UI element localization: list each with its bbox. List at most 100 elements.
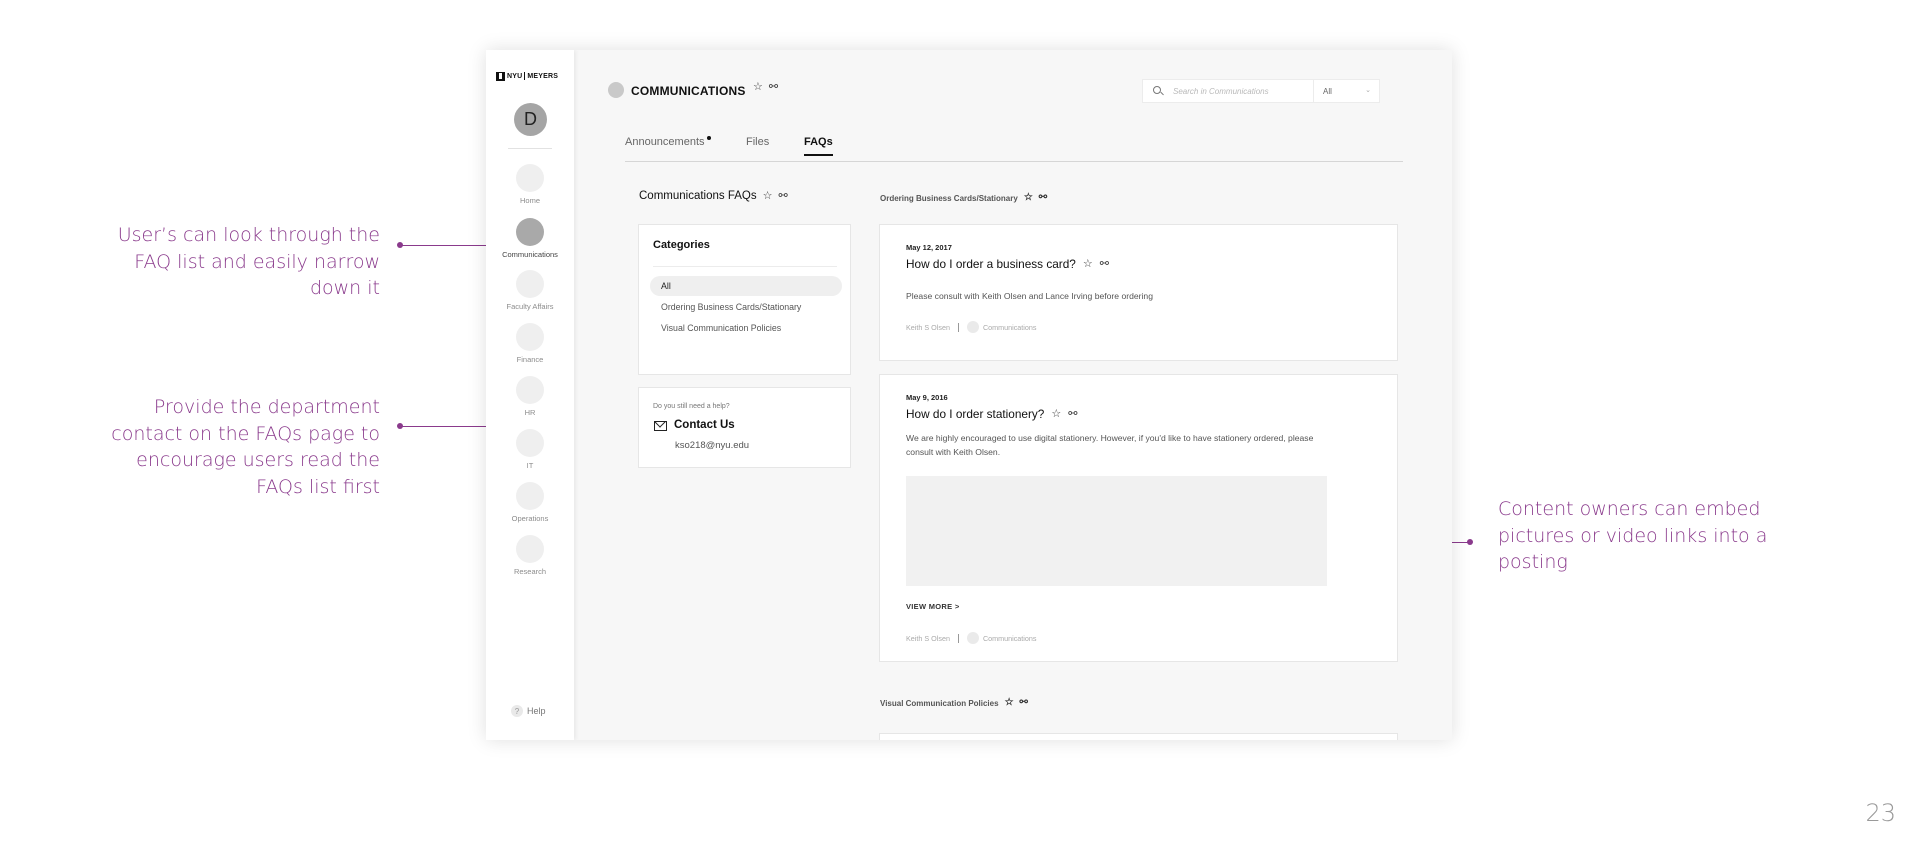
annotation-line: FAQ list and easily narrow [134,250,380,273]
faq-panel-title-text: Communications FAQs [639,190,757,202]
link-icon[interactable]: ⚯ [778,190,787,202]
link-icon[interactable]: ⚯ [1039,193,1047,203]
faculty-affairs-icon [516,270,544,298]
sidebar-item-faculty-affairs[interactable]: Faculty Affairs [486,270,574,311]
link-icon[interactable]: ⚯ [1068,408,1077,420]
star-icon[interactable]: ☆ [1024,193,1033,203]
tab-files[interactable]: Files [746,136,769,156]
faq-channel[interactable]: Communications [983,634,1037,643]
finance-icon [516,323,544,351]
faq-question-text: How do I order a business card? [906,257,1076,271]
star-icon[interactable]: ☆ [753,82,763,93]
faq-answer: We are highly encouraged to use digital … [906,433,1314,457]
logo-left-text: NYU [507,72,523,80]
faq-card [879,733,1398,740]
tab-label: FAQs [804,136,833,148]
annotation-line: Provide the department [153,396,380,418]
faq-panel-title: Communications FAQs ☆ ⚯ [639,190,788,202]
section-title: Visual Communication Policies [880,698,999,708]
nyu-meyers-logo[interactable]: NYU MEYERS [496,70,564,82]
category-item-visual-policies[interactable]: Visual Communication Policies [650,318,842,338]
search-bar: All ⌄ [1142,79,1380,103]
star-icon[interactable]: ☆ [1005,698,1014,708]
communications-icon [516,218,544,246]
annotation-line: Content owners can embed [1498,498,1761,520]
page-number: 23 [1865,799,1896,827]
categories-title: Categories [653,239,710,251]
it-icon [516,429,544,457]
link-icon[interactable]: ⚯ [769,82,778,93]
avatar[interactable]: D [514,103,547,136]
contact-email-link[interactable]: kso218@nyu.edu [675,440,749,451]
channel-icon [608,82,624,98]
logo-right-text: MEYERS [527,72,559,80]
sidebar-item-label: Faculty Affairs [506,302,554,311]
research-icon [516,535,544,563]
sidebar-item-communications[interactable]: Communications [486,218,574,259]
annotation-line: contact on the FAQs page to [111,422,380,445]
annotation-line: FAQs list first [256,475,380,498]
view-more-link[interactable]: VIEW MORE > [906,602,960,611]
section-header-ordering: Ordering Business Cards/Stationary ☆ ⚯ [880,193,1047,203]
star-icon[interactable]: ☆ [763,190,773,202]
tab-announcements[interactable]: Announcements [625,136,711,156]
search-input[interactable] [1173,86,1313,96]
help-label: Help [527,706,546,716]
torch-icon [496,71,505,81]
contact-prompt: Do you still need a help? [653,403,730,410]
star-icon[interactable]: ☆ [1051,408,1061,420]
contact-title: Contact Us [674,419,735,431]
faq-question[interactable]: How do I order stationery? ☆ ⚯ [906,407,1077,421]
app-window: NYU MEYERS D Home Communications Faculty… [486,50,1452,740]
sidebar-item-home[interactable]: Home [486,164,574,205]
mail-icon [654,421,667,431]
sidebar: NYU MEYERS D Home Communications Faculty… [486,50,574,740]
faq-meta: Keith S Olsen Communications [906,321,1036,333]
sidebar-item-operations[interactable]: Operations [486,482,574,523]
faq-channel[interactable]: Communications [983,323,1037,332]
faq-question-text: How do I order stationery? [906,407,1045,421]
faq-question[interactable]: How do I order a business card? ☆ ⚯ [906,257,1109,271]
sidebar-item-label: Home [519,196,540,205]
sidebar-item-label: Communications [502,250,558,259]
sidebar-item-research[interactable]: Research [486,535,574,576]
annotation-faq-list: User’s can look through the FAQ list and… [60,222,380,302]
link-icon[interactable]: ⚯ [1020,698,1028,708]
help-button[interactable]: ? Help [511,705,546,717]
category-item-all[interactable]: All [650,276,842,296]
section-header-visual-policies: Visual Communication Policies ☆ ⚯ [880,698,1028,708]
link-icon[interactable]: ⚯ [1100,258,1109,270]
annotation-contact: Provide the department contact on the FA… [60,394,380,500]
category-item-ordering[interactable]: Ordering Business Cards/Stationary [650,297,842,317]
sidebar-item-it[interactable]: IT [486,429,574,470]
faq-author[interactable]: Keith S Olsen [906,634,950,643]
tab-faqs[interactable]: FAQs [804,136,833,156]
faq-answer: Please consult with Keith Olsen and Lanc… [906,291,1153,301]
faq-card: May 12, 2017 How do I order a business c… [879,224,1398,361]
channel-icon [966,632,979,644]
question-icon: ? [511,705,523,717]
chevron-down-icon: ⌄ [1365,87,1371,94]
search-scope-value: All [1323,86,1332,96]
header-actions: ☆ ⚯ [753,82,778,93]
search-scope-select[interactable]: All ⌄ [1313,80,1379,102]
annotation-line: down it [309,277,380,299]
sidebar-item-label: Research [513,567,547,576]
annotation-line: encourage users read the [136,449,380,471]
annotation-dot [1467,539,1473,545]
category-label: Visual Communication Policies [661,323,782,333]
star-icon[interactable]: ☆ [1083,258,1093,270]
faq-date: May 12, 2017 [906,243,952,252]
meta-divider [957,633,959,643]
divider [653,266,837,267]
faq-author[interactable]: Keith S Olsen [906,323,950,332]
section-title: Ordering Business Cards/Stationary [880,193,1018,203]
annotation-embed: Content owners can embed pictures or vid… [1498,496,1798,576]
sidebar-item-hr[interactable]: HR [486,376,574,417]
sidebar-item-finance[interactable]: Finance [486,323,574,364]
category-label: Ordering Business Cards/Stationary [661,302,802,312]
unread-dot [706,136,711,140]
embedded-media-placeholder[interactable] [906,476,1327,586]
sidebar-item-label: Finance [516,355,544,364]
home-icon [516,164,544,192]
